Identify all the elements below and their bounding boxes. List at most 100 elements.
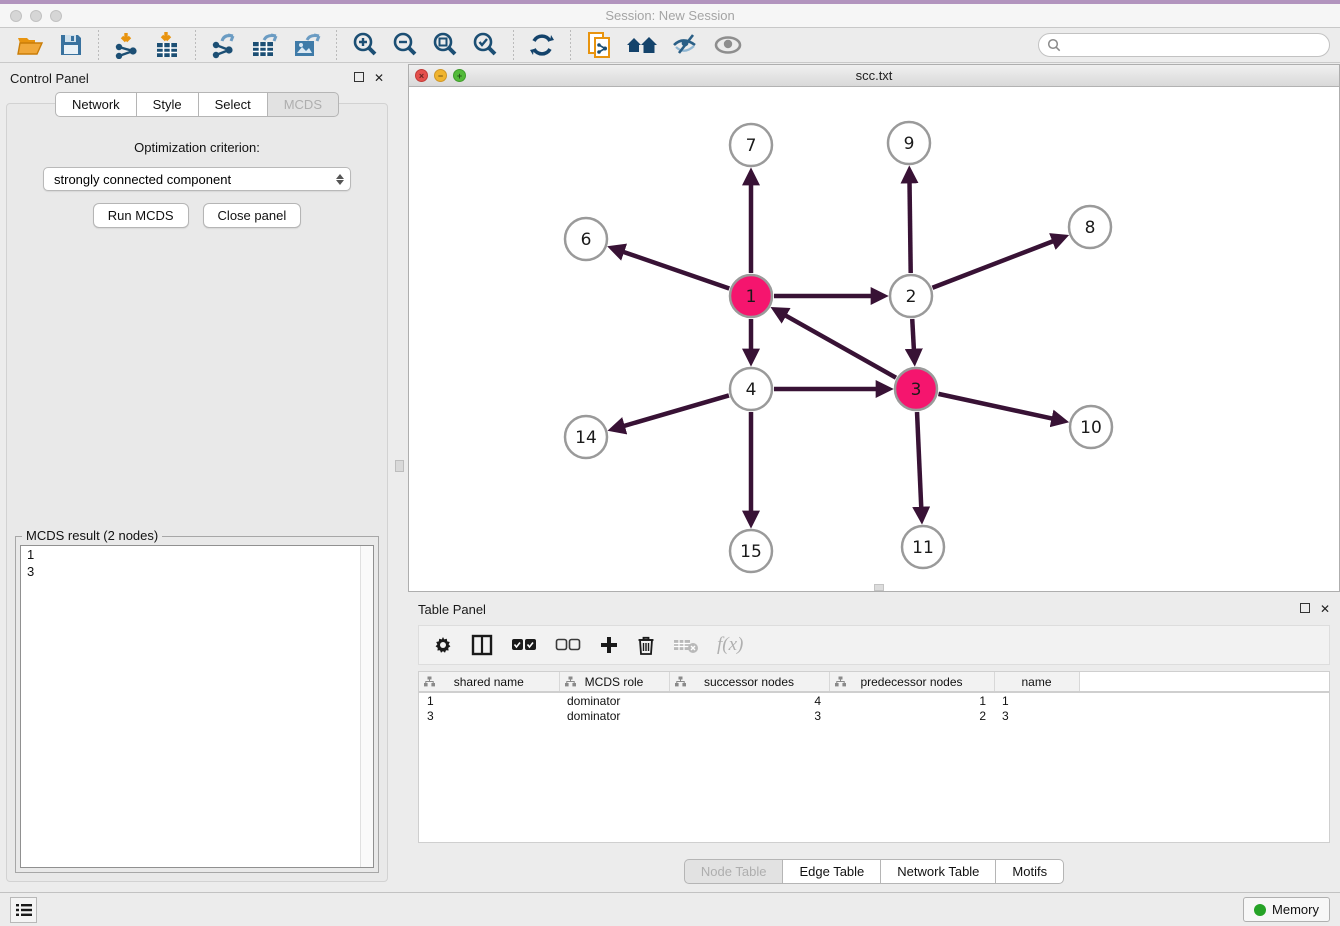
node-table[interactable]: shared nameMCDS rolesuccessor nodesprede… — [418, 671, 1330, 843]
deselect-all-columns-button[interactable] — [555, 638, 581, 652]
delete-table-button[interactable] — [673, 636, 699, 654]
cell-shared-name[interactable]: 3 — [419, 708, 559, 724]
canvas-resize-grip[interactable] — [874, 584, 884, 591]
node-4[interactable]: 4 — [730, 368, 772, 410]
tab-mcds[interactable]: MCDS — [267, 92, 339, 117]
node-label: 11 — [912, 538, 934, 558]
toolbar-separator — [570, 30, 571, 60]
first-neighbors-button[interactable] — [619, 30, 665, 60]
network-window-titlebar[interactable]: × − + scc.txt — [409, 65, 1339, 87]
node-11[interactable]: 11 — [902, 526, 944, 568]
import-table-button[interactable] — [147, 29, 187, 61]
result-scrollbar[interactable] — [360, 546, 373, 867]
zoom-in-button[interactable] — [345, 29, 385, 61]
tab-select[interactable]: Select — [198, 92, 267, 117]
column-header-predecessor-nodes[interactable]: predecessor nodes — [829, 672, 994, 692]
run-mcds-button[interactable]: Run MCDS — [93, 203, 189, 228]
cell-successor-nodes[interactable]: 4 — [669, 692, 829, 708]
edge-2-3[interactable] — [912, 319, 914, 350]
delete-column-button[interactable] — [637, 635, 655, 656]
node-15[interactable]: 15 — [730, 530, 772, 572]
column-header-name[interactable]: name — [994, 672, 1079, 692]
table-row[interactable]: 3dominator323 — [419, 708, 1329, 724]
tab-network-table[interactable]: Network Table — [880, 859, 995, 884]
apply-layout-button[interactable] — [522, 29, 562, 61]
export-table-button[interactable] — [244, 29, 286, 61]
function-builder-button[interactable]: f(x) — [717, 634, 743, 656]
table-settings-button[interactable] — [433, 635, 453, 655]
float-panel-icon[interactable] — [354, 72, 364, 84]
node-10[interactable]: 10 — [1070, 406, 1112, 448]
control-panel-title: Control Panel — [10, 71, 89, 86]
create-column-button[interactable] — [599, 635, 619, 655]
import-network-button[interactable] — [107, 29, 147, 61]
splitter-grip-icon[interactable] — [395, 460, 404, 472]
node-8[interactable]: 8 — [1069, 206, 1111, 248]
edge-2-9[interactable] — [910, 182, 911, 273]
zoom-out-button[interactable] — [385, 29, 425, 61]
node-7[interactable]: 7 — [730, 124, 772, 166]
edge-3-11[interactable] — [917, 412, 921, 508]
close-table-panel-icon[interactable]: ✕ — [1320, 603, 1330, 615]
node-label: 14 — [575, 428, 597, 448]
select-all-columns-button[interactable] — [511, 638, 537, 652]
network-canvas-svg[interactable]: 7 9 6 8 1 2 4 3 14 10 15 11 — [409, 87, 1339, 591]
import-network-icon — [113, 31, 141, 59]
node-1[interactable]: 1 — [730, 275, 772, 317]
node-6[interactable]: 6 — [565, 218, 607, 260]
edge-1-6[interactable] — [623, 252, 729, 289]
close-panel-icon[interactable]: ✕ — [374, 72, 384, 84]
zoom-fit-button[interactable] — [425, 29, 465, 61]
tab-node-table[interactable]: Node Table — [684, 859, 783, 884]
mcds-result-list[interactable]: 13 — [20, 545, 374, 868]
panel-splitter[interactable] — [394, 64, 408, 886]
export-image-button[interactable] — [286, 29, 328, 61]
task-history-button[interactable] — [10, 897, 37, 923]
cell-shared-name[interactable]: 1 — [419, 692, 559, 708]
cell-MCDS-role[interactable]: dominator — [559, 708, 669, 724]
hide-selected-button[interactable] — [665, 31, 707, 59]
result-item[interactable]: 3 — [21, 563, 373, 580]
search-input[interactable] — [1066, 38, 1321, 53]
open-file-button[interactable] — [10, 30, 52, 60]
apply-layout-icon — [528, 31, 556, 59]
cell-predecessor-nodes[interactable]: 1 — [829, 692, 994, 708]
zoom-selected-button[interactable] — [465, 29, 505, 61]
cell-successor-nodes[interactable]: 3 — [669, 708, 829, 724]
tab-style[interactable]: Style — [136, 92, 198, 117]
table-row[interactable]: 1dominator411 — [419, 692, 1329, 708]
tab-motifs[interactable]: Motifs — [995, 859, 1064, 884]
result-item[interactable]: 1 — [21, 546, 373, 563]
export-network-button[interactable] — [204, 29, 244, 61]
cell-MCDS-role[interactable]: dominator — [559, 692, 669, 708]
column-header-successor-nodes[interactable]: successor nodes — [669, 672, 829, 692]
node-9[interactable]: 9 — [888, 122, 930, 164]
column-layout-button[interactable] — [471, 634, 493, 656]
edge-2-8[interactable] — [932, 241, 1053, 288]
cell-predecessor-nodes[interactable]: 2 — [829, 708, 994, 724]
network-canvas[interactable]: 7 9 6 8 1 2 4 3 14 10 15 11 — [409, 87, 1339, 591]
tab-edge-table[interactable]: Edge Table — [782, 859, 880, 884]
edge-4-14[interactable] — [623, 395, 728, 426]
table-panel-title: Table Panel — [418, 602, 486, 617]
memory-button[interactable]: Memory — [1243, 897, 1330, 922]
column-header-shared-name[interactable]: shared name — [419, 672, 559, 692]
node-label: 1 — [746, 287, 757, 307]
select-arrows-icon — [336, 174, 344, 185]
cell-name[interactable]: 3 — [994, 708, 1079, 724]
cell-name[interactable]: 1 — [994, 692, 1079, 708]
node-2[interactable]: 2 — [890, 275, 932, 317]
node-14[interactable]: 14 — [565, 416, 607, 458]
duplicate-network-button[interactable] — [579, 28, 619, 62]
tab-network[interactable]: Network — [55, 92, 136, 117]
float-table-panel-icon[interactable] — [1300, 603, 1310, 615]
node-label: 7 — [746, 136, 757, 156]
save-session-button[interactable] — [52, 30, 90, 60]
close-panel-button[interactable]: Close panel — [203, 203, 302, 228]
column-header-MCDS-role[interactable]: MCDS role — [559, 672, 669, 692]
edge-3-10[interactable] — [938, 394, 1052, 419]
edge-3-1[interactable] — [785, 315, 896, 378]
node-3[interactable]: 3 — [895, 368, 937, 410]
show-all-button[interactable] — [707, 32, 749, 58]
criterion-select[interactable]: strongly connected component — [43, 167, 351, 191]
